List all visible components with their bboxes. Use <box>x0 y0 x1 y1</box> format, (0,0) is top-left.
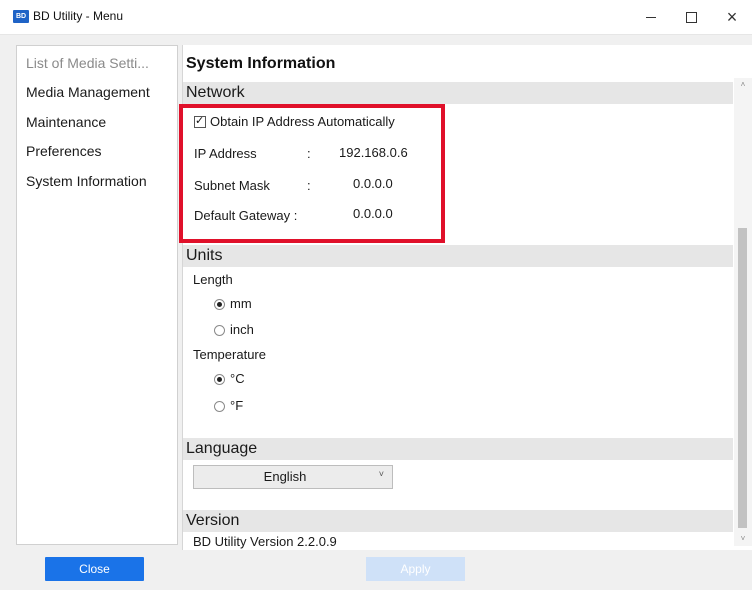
radio-celsius-label: °C <box>230 371 245 386</box>
ip-address-separator: : <box>307 146 311 161</box>
sidebar-item-maintenance[interactable]: Maintenance <box>26 114 106 130</box>
language-select[interactable]: English ˅ <box>193 465 393 489</box>
sidebar-item-list-of-media-settings[interactable]: List of Media Setti... <box>26 55 149 71</box>
radio-mm[interactable] <box>214 299 225 310</box>
length-label: Length <box>193 272 233 287</box>
temperature-label: Temperature <box>193 347 266 362</box>
content-panel: System Information Network Obtain IP Add… <box>182 45 752 550</box>
close-icon: × <box>726 6 738 27</box>
section-units: Units <box>183 245 733 267</box>
radio-inch-label: inch <box>230 322 254 337</box>
section-network: Network <box>183 82 733 104</box>
language-select-value: English <box>263 469 307 484</box>
maximize-button[interactable] <box>671 0 711 34</box>
window-title: BD Utility - Menu <box>33 9 124 23</box>
section-version: Version <box>183 510 733 532</box>
subnet-mask-label: Subnet Mask <box>194 178 270 193</box>
default-gateway-value: 0.0.0.0 <box>353 206 393 221</box>
page-title: System Information <box>186 55 336 72</box>
auto-ip-label: Obtain IP Address Automatically <box>210 114 395 129</box>
scroll-down-icon[interactable]: ˅ <box>734 532 752 546</box>
app-icon: BD <box>13 10 29 23</box>
scrollbar-thumb[interactable] <box>738 228 747 528</box>
close-button[interactable]: Close <box>45 557 144 581</box>
radio-fahrenheit-label: °F <box>230 398 244 413</box>
window-close-button[interactable]: × <box>712 0 752 34</box>
section-language-header: Language <box>186 440 258 457</box>
sidebar: List of Media Setti... Media Management … <box>16 45 178 545</box>
radio-inch[interactable] <box>214 325 225 336</box>
version-text: BD Utility Version 2.2.0.9 <box>193 534 337 549</box>
minimize-icon <box>646 16 656 18</box>
radio-fahrenheit[interactable] <box>214 401 225 412</box>
section-version-header: Version <box>186 512 240 529</box>
radio-mm-label: mm <box>230 296 252 311</box>
sidebar-item-system-information[interactable]: System Information <box>26 173 147 189</box>
section-network-header: Network <box>186 84 245 101</box>
section-language: Language <box>183 438 733 460</box>
sidebar-item-media-management[interactable]: Media Management <box>26 84 150 100</box>
title-bar: BD BD Utility - Menu × <box>0 0 752 35</box>
minimize-button[interactable] <box>631 0 671 34</box>
apply-button[interactable]: Apply <box>366 557 465 581</box>
ip-address-label: IP Address <box>194 146 257 161</box>
maximize-icon <box>685 11 697 23</box>
content-scrollbar[interactable]: ˄ ˅ <box>734 78 752 546</box>
section-units-header: Units <box>186 247 223 264</box>
auto-ip-checkbox[interactable] <box>194 114 206 128</box>
subnet-mask-separator: : <box>307 178 311 193</box>
subnet-mask-value: 0.0.0.0 <box>353 176 393 191</box>
scroll-up-icon[interactable]: ˄ <box>734 78 752 92</box>
sidebar-item-preferences[interactable]: Preferences <box>26 143 101 159</box>
ip-address-value: 192.168.0.6 <box>339 145 408 160</box>
default-gateway-label: Default Gateway : <box>194 208 298 223</box>
chevron-down-icon: ˅ <box>378 469 384 479</box>
radio-celsius[interactable] <box>214 374 225 385</box>
